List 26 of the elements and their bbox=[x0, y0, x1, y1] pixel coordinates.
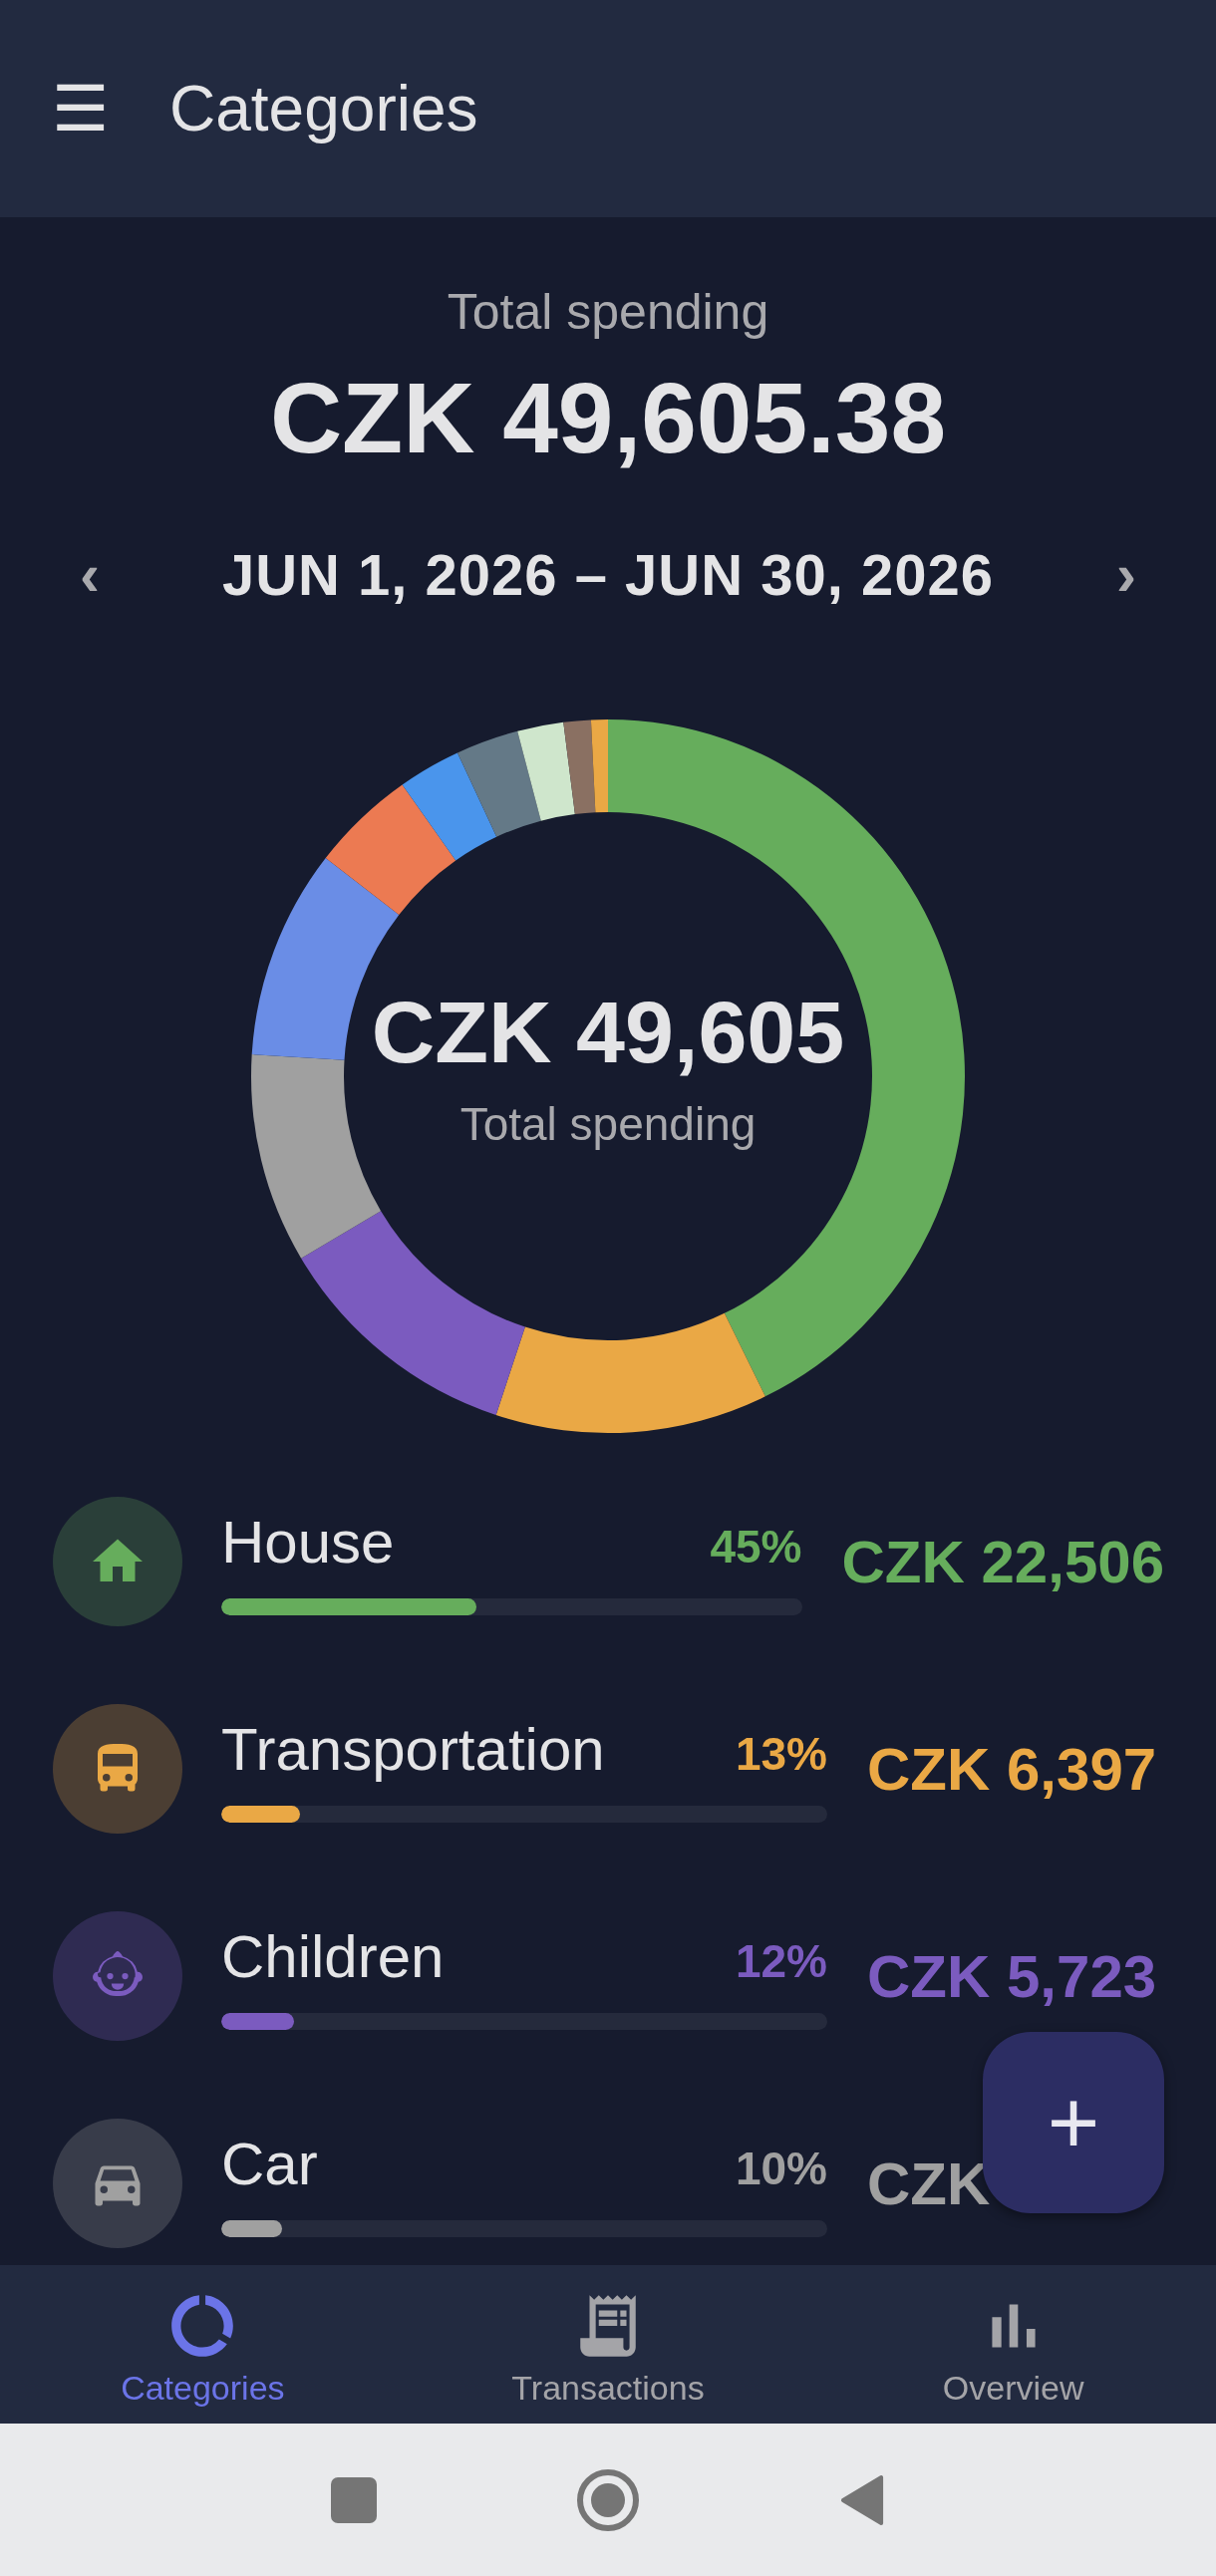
screen-title: Categories bbox=[169, 72, 478, 145]
category-percent: 10% bbox=[735, 2142, 827, 2195]
category-name: House bbox=[221, 1508, 395, 1576]
home-button[interactable] bbox=[576, 2467, 640, 2532]
recents-button[interactable] bbox=[331, 2476, 377, 2523]
category-percent: 13% bbox=[735, 1727, 827, 1781]
nav-tab[interactable]: Transactions bbox=[405, 2265, 811, 2424]
category-name: Children bbox=[221, 1922, 445, 1991]
donut-center-label: Total spending bbox=[459, 1097, 757, 1151]
category-amount: CZK 22,506 bbox=[841, 1527, 1164, 1596]
previous-period-button[interactable]: ‹ bbox=[70, 544, 110, 605]
nav-tab[interactable]: Categories bbox=[0, 2265, 406, 2424]
donut-center-amount: CZK 49,605 bbox=[371, 982, 845, 1083]
nav-tab[interactable]: Overview bbox=[810, 2265, 1216, 2424]
menu-button[interactable]: ☰ bbox=[40, 77, 120, 141]
category-amount: CZK 5,723 bbox=[867, 1941, 1157, 2011]
summary-amount: CZK 49,605.38 bbox=[269, 361, 947, 475]
summary-label: Total spending bbox=[447, 283, 769, 341]
category-name: Car bbox=[221, 2130, 318, 2198]
category-amount: CZK 6,397 bbox=[867, 1734, 1157, 1804]
next-period-button[interactable]: › bbox=[1106, 544, 1146, 605]
category-percent: 45% bbox=[710, 1520, 802, 1574]
category-name: Transportation bbox=[221, 1715, 605, 1784]
back-button[interactable] bbox=[839, 2472, 885, 2527]
category-percent: 12% bbox=[735, 1934, 827, 1988]
date-range: JUN 1, 2026 – JUN 30, 2026 bbox=[221, 541, 995, 608]
